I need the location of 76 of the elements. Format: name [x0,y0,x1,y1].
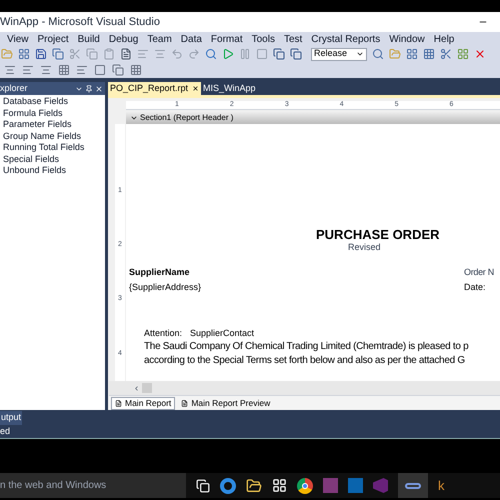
tree-item[interactable]: Unbound Fields [0,165,105,176]
view-tab[interactable]: Main Report [111,396,176,410]
dropdown-icon [356,50,364,58]
report-field[interactable]: Order N [464,268,494,277]
report-field[interactable]: PURCHASE ORDER [316,228,440,241]
configuration-dropdown[interactable]: Release [311,48,367,60]
document-tab[interactable]: PO_CIP_Report.rpt [108,82,202,95]
menu-item[interactable]: Window [389,32,425,46]
app-icon[interactable] [398,473,428,498]
report-field[interactable]: SupplierName [129,268,190,277]
report-field[interactable]: Attention: [144,329,182,338]
copy-icon[interactable] [52,48,64,60]
frame-icon[interactable] [94,64,106,76]
collapse-icon[interactable] [130,114,138,122]
find-icon[interactable] [372,48,384,60]
tree-item[interactable]: Special Fields [0,154,105,165]
grid-icon[interactable] [58,64,70,76]
window-title: WinApp - Microsoft Visual Studio [0,14,160,30]
align-icon[interactable] [40,64,52,76]
document-icon [181,400,188,406]
status-text: ed [0,425,10,438]
report-field[interactable]: Date: [464,283,486,292]
paste-icon[interactable] [103,48,115,60]
close-icon[interactable] [192,85,200,92]
menu-item[interactable]: Test [284,32,302,46]
start-icon[interactable] [222,48,234,60]
stop-icon[interactable] [256,48,268,60]
output-tab[interactable]: utput [0,411,22,425]
tree-item[interactable]: Formula Fields [0,108,105,119]
menu-item[interactable]: Tools [252,32,275,46]
tree-item[interactable]: Group Name Fields [0,130,105,142]
align-icon[interactable] [76,64,88,76]
folder-icon[interactable] [246,478,262,494]
menu-item[interactable]: Crystal Reports [311,32,380,46]
grid-icon[interactable] [18,48,30,60]
report-field[interactable]: Revised [348,243,381,252]
document-icon[interactable] [120,48,132,60]
section-title: Section1 (Report Header ) [140,112,234,124]
view-tab[interactable]: Main Report Preview [178,396,274,410]
save-icon[interactable] [35,48,47,60]
tree-item[interactable]: Running Total Fields [0,142,105,154]
menu-item[interactable]: Format [210,32,243,46]
menu-item[interactable]: Team [147,32,172,46]
report-field[interactable]: The Saudi Company Of Chemical Trading Limited (Chemtrade) is pleased to p [144,342,468,352]
menu-item[interactable]: View [7,32,28,46]
scroll-thumb[interactable] [142,383,152,393]
document-tab[interactable]: MIS_WinApp [201,82,258,95]
app-letter[interactable]: k [438,476,444,496]
task-view-icon[interactable] [196,478,210,492]
grid-icon[interactable] [457,48,469,60]
delete-icon[interactable] [474,48,486,60]
grid-icon[interactable] [406,48,418,60]
tree-item[interactable]: Database Fields [0,96,105,108]
scroll-left-icon[interactable] [133,384,140,392]
report-field[interactable]: according to the Special Terms set forth below and also as per the attached G [144,356,465,366]
align-icon[interactable] [22,64,34,76]
align-icon[interactable] [4,64,16,76]
menu-item[interactable]: Project [38,32,69,46]
menu-item[interactable]: Help [434,32,454,46]
redo-icon[interactable] [188,48,200,60]
grid-icon[interactable] [423,48,435,60]
pause-icon[interactable] [239,48,251,60]
report-field[interactable]: SupplierContact [190,329,254,338]
pin-icon[interactable] [85,84,93,92]
cut-icon[interactable] [69,48,81,60]
menu-item[interactable]: Debug [108,32,138,46]
horizontal-scrollbar[interactable] [109,381,500,395]
search-field[interactable]: n the web and Windows [0,473,186,498]
menu-item[interactable]: Build [78,32,100,46]
menu-item[interactable]: Data [180,32,202,46]
report-field[interactable]: {SupplierAddress} [129,283,202,292]
panel-title: xplorer [0,82,28,95]
document-icon [115,400,122,406]
copy-icon[interactable] [86,48,98,60]
tree-item[interactable]: Parameter Fields [0,119,105,130]
undo-icon[interactable] [171,48,183,60]
